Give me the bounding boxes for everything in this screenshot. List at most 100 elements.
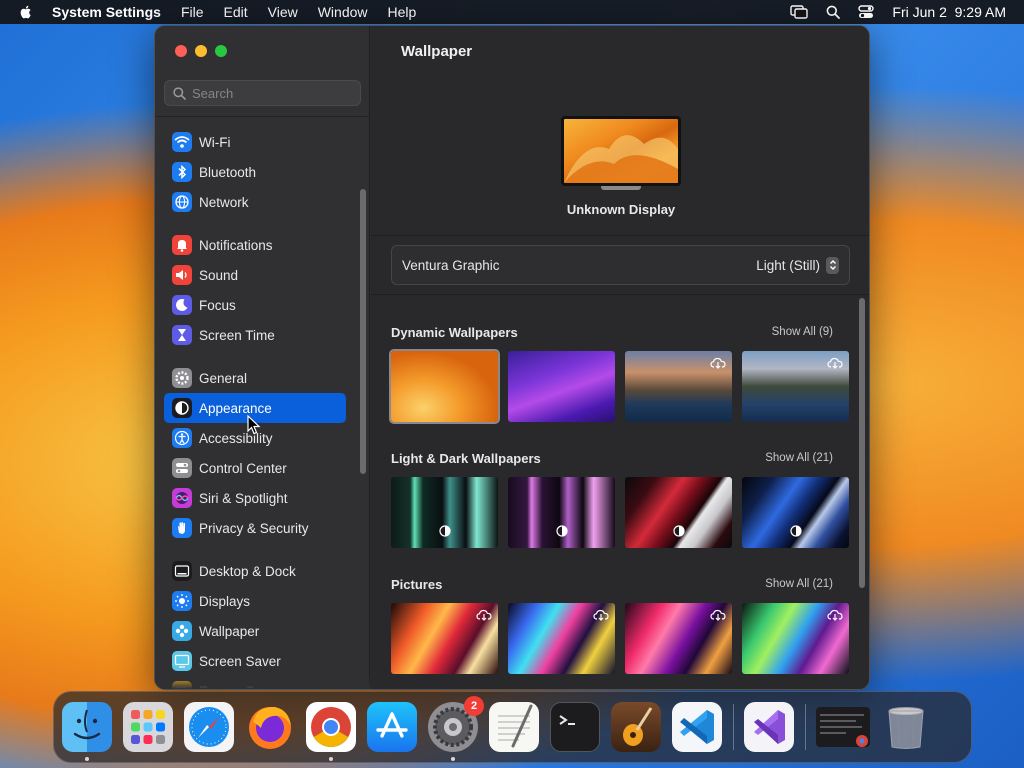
screen-mirroring-icon[interactable] [790,5,809,19]
sidebar-item-wi-fi[interactable]: Wi-Fi [164,127,346,157]
sidebar-item-label: Focus [199,297,236,313]
wallpaper-thumbnail-ventura[interactable] [389,349,500,424]
wallpaper-thumbnail-big-sur-coast[interactable] [625,351,732,422]
sidebar-item-notifications[interactable]: Notifications [164,230,346,260]
sidebar-item-label: Wi-Fi [199,134,231,150]
app-store-icon[interactable] [367,702,417,752]
wallpaper-mode-popup[interactable]: Light (Still) [756,256,839,274]
wallpaper-pane: Wallpaper Unknown Display Ventura Graphi… [371,26,869,689]
wallpaper-thumbnail-color-burst-4[interactable] [742,603,849,674]
apple-icon[interactable] [18,4,34,20]
wallpaper-thumbnail-catalina[interactable] [742,351,849,422]
cloud-download-icon [710,356,726,374]
thumbnail-row [391,603,851,674]
minimize-button[interactable] [195,45,207,57]
finder-icon[interactable] [62,702,112,761]
sidebar-item-general[interactable]: General [164,363,346,393]
spotlight-icon[interactable] [826,5,841,19]
appearance-icon [172,398,192,418]
sidebar-item-bluetooth[interactable]: Bluetooth [164,157,346,187]
control-center-icon[interactable] [858,5,875,19]
wallpaper-thumbnail-monterey[interactable] [508,351,615,422]
wallpaper-thumbnail-color-burst-2[interactable] [508,603,615,674]
sidebar-item-focus[interactable]: Focus [164,290,346,320]
bell-icon [172,235,192,255]
sidebar-item-label: Siri & Spotlight [199,490,288,506]
menu-view[interactable]: View [268,4,298,20]
sidebar-item-screen-saver[interactable]: Screen Saver [164,646,346,676]
chrome-icon[interactable] [306,702,356,761]
content-scrollbar[interactable] [859,298,865,588]
sidebar-item-label: Bluetooth [199,164,257,180]
hand-icon [172,518,192,538]
cloud-download-icon [593,608,609,626]
globe-icon [172,192,192,212]
cloud-download-icon [827,608,843,626]
page-title: Wallpaper [401,43,473,60]
search-field[interactable] [164,80,361,106]
textedit-icon[interactable] [489,702,539,752]
sidebar-item-wallpaper[interactable]: Wallpaper [164,616,346,646]
sun-icon [172,591,192,611]
sidebar-item-label: Displays [199,593,251,609]
launchpad-icon[interactable] [123,702,173,752]
sidebar-group: General Appearance Accessibility Control Ce… [164,363,346,543]
menu-edit[interactable]: Edit [224,4,248,20]
close-button[interactable] [175,45,187,57]
menu-file[interactable]: File [181,4,204,20]
show-all-button[interactable]: Show All (21) [765,452,833,464]
sidebar-item-displays[interactable]: Displays [164,586,346,616]
show-all-button[interactable]: Show All (9) [772,326,833,338]
menu-help[interactable]: Help [388,4,417,20]
safari-icon[interactable] [184,702,234,752]
sidebar-item-network[interactable]: Network [164,187,346,217]
wallpaper-thumbnail-imac-purple[interactable] [508,477,615,548]
thumbnail-row [391,477,851,548]
wallpaper-thumbnail-red-wave[interactable] [625,477,732,548]
sidebar-item-label: Screen Saver [199,653,281,669]
visual-studio-icon[interactable] [744,702,794,752]
sidebar-item-label: General [199,370,248,386]
cloud-download-icon [827,356,843,374]
cloud-download-icon [710,608,726,626]
wallpaper-thumbnail-blue-wave[interactable] [742,477,849,548]
sidebar-item-screen-time[interactable]: Screen Time [164,320,346,350]
system-settings-icon[interactable]: 2 [428,696,484,761]
sidebar-item-control-center[interactable]: Control Center [164,453,346,483]
garageband-icon[interactable] [611,702,661,752]
wallpaper-selector-row: Ventura Graphic Light (Still) [391,245,850,285]
terminal-icon[interactable] [550,702,600,752]
show-all-button[interactable]: Show All (21) [765,578,833,590]
display-name: Unknown Display [566,202,676,217]
firefox-icon[interactable] [245,702,295,752]
sidebar-item-siri-spotlight[interactable]: Siri & Spotlight [164,483,346,513]
sidebar-item-privacy-security[interactable]: Privacy & Security [164,513,346,543]
running-indicator [329,757,333,761]
wallpaper-name: Ventura Graphic [402,257,500,273]
wallpaper-thumbnail-color-burst-1[interactable] [391,603,498,674]
sidebar-scrollbar[interactable] [360,189,366,474]
wallpaper-thumbnail-color-burst-3[interactable] [625,603,732,674]
trash-icon[interactable] [881,702,931,752]
running-indicator [451,757,455,761]
dock-separator [805,704,806,750]
wallpaper-thumbnail-imac-green[interactable] [391,477,498,548]
search-input[interactable] [192,85,352,101]
dock-icon [172,561,192,581]
sidebar-item-desktop-dock[interactable]: Desktop & Dock [164,556,346,586]
light-dark-mode-icon [672,524,685,542]
system-settings-window: Wi-Fi Bluetooth Network Notifications Sound F… [154,25,870,690]
sidebar-fade [155,675,370,689]
sidebar-item-sound[interactable]: Sound [164,260,346,290]
menu-app-name[interactable]: System Settings [52,4,161,20]
zoom-button[interactable] [215,45,227,57]
gear-icon [172,368,192,388]
vscode-icon[interactable] [672,702,722,752]
moon-icon [172,295,192,315]
thumbnail-row [389,349,851,424]
light-dark-mode-icon [789,524,802,542]
menu-clock[interactable]: Fri Jun 2 9:29 AM [892,4,1006,20]
window-preview-icon[interactable] [816,707,870,747]
wallpaper-mode-value: Light (Still) [756,257,820,273]
menu-window[interactable]: Window [318,4,368,20]
